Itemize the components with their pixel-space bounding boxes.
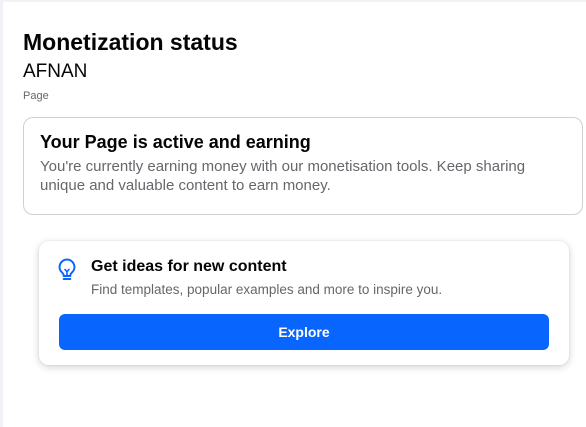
monetization-status-card: Your Page is active and earning You're c…	[23, 117, 583, 215]
status-title: Your Page is active and earning	[40, 132, 311, 152]
page-type-label: Page	[23, 90, 49, 102]
status-description: You're currently earning money with our …	[40, 158, 526, 194]
left-border	[0, 0, 3, 427]
ideas-description: Find templates, popular examples and mor…	[91, 282, 443, 297]
ideas-title: Get ideas for new content	[91, 258, 287, 275]
explore-button[interactable]: Explore	[59, 314, 549, 350]
page-title: Monetization status	[23, 29, 238, 55]
monetization-status-page: Monetization status AFNAN Page Your Page…	[0, 0, 586, 427]
page-name: AFNAN	[23, 61, 88, 82]
top-border	[0, 0, 586, 2]
lightbulb-icon	[55, 257, 79, 283]
content-ideas-card: Get ideas for new content Find templates…	[39, 241, 569, 365]
